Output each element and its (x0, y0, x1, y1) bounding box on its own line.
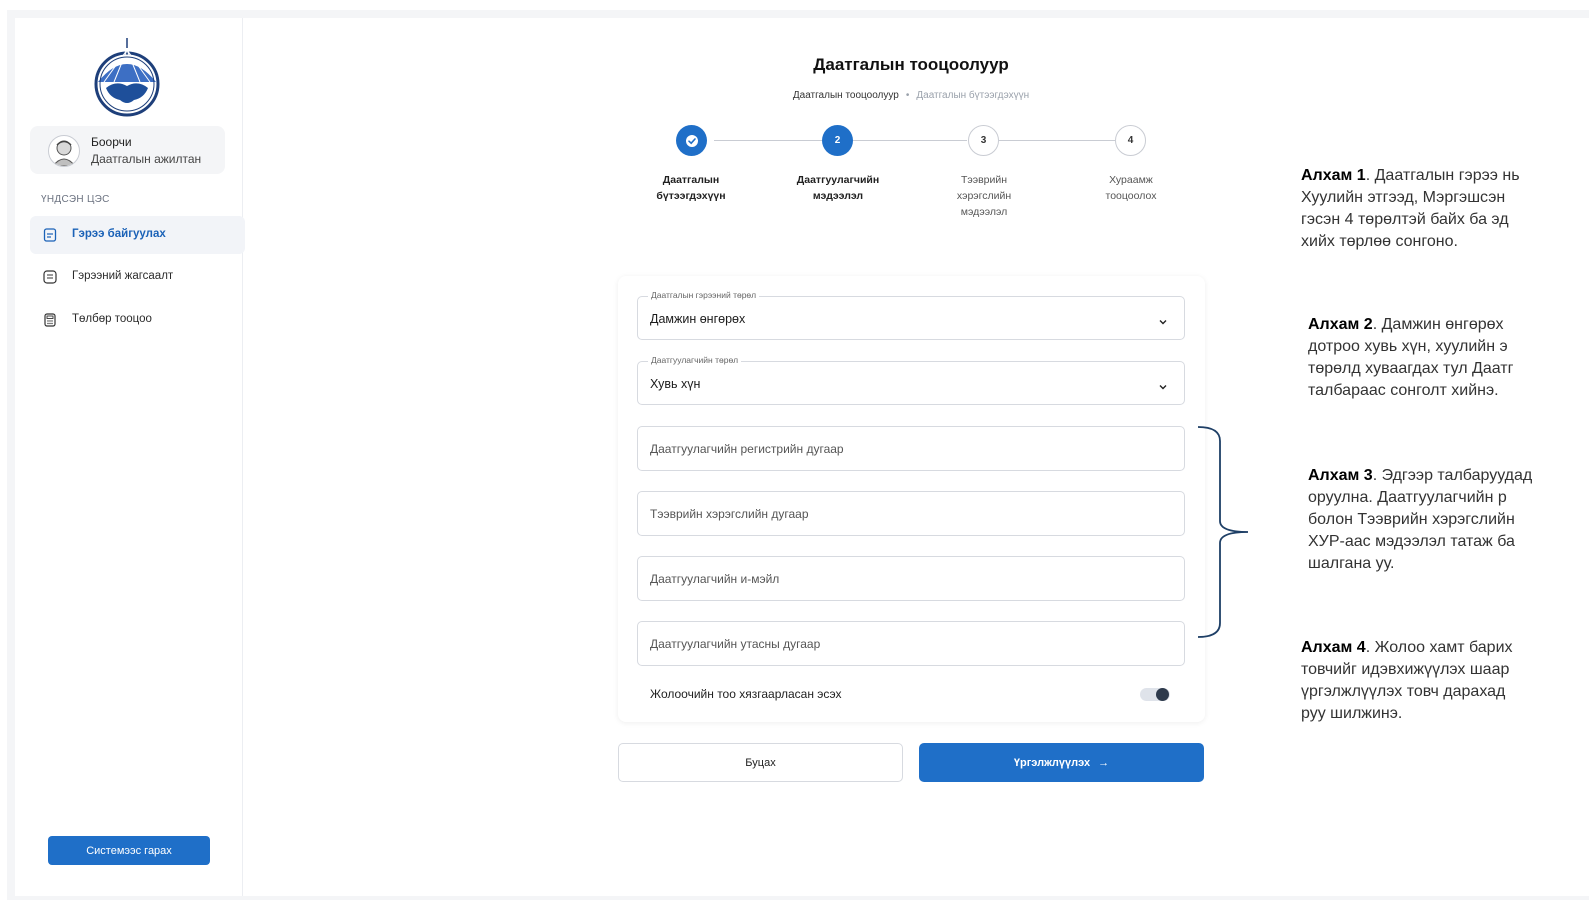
step-note-2: Алхам 2. Дамжин өнгөрөх дотроо хувь хүн,… (1308, 316, 1514, 399)
insured-type-legend: Даатгуулагчийн төрөл (648, 355, 742, 365)
step-2-indicator: 2 (822, 125, 853, 156)
contract-type-legend: Даатгалын гэрээний төрөл (648, 290, 760, 300)
user-profile-card[interactable]: Боорчи Даатгалын ажилтан (30, 126, 225, 174)
insured-type-value: Хувь хүн (650, 377, 701, 391)
step-1-check-icon (676, 125, 707, 156)
step-note-4: Алхам 4. Жолоо хамт барих товчийг идэвхи… (1301, 639, 1513, 722)
insured-type-select[interactable]: Даатгуулагчийн төрөл Хувь хүн (637, 355, 1185, 405)
stepper-connector (714, 140, 822, 141)
user-name: Боорчи (91, 135, 132, 149)
driver-limit-toggle[interactable] (1140, 688, 1170, 701)
step-3-label: Тээврийн хэрэгслийн мэдээлэл (956, 174, 1012, 218)
step-4-label: Хураамж тооцоолох (1105, 174, 1157, 202)
step-3-indicator: 3 (968, 125, 999, 156)
calculator-icon (43, 313, 57, 327)
step-note-3: Алхам 3. Эдгээр талбаруудад оруулна. Даа… (1308, 467, 1533, 572)
page-title: Даатгалын тооцоолуур (813, 55, 1009, 74)
avatar (48, 135, 80, 167)
emblem-logo (94, 36, 160, 122)
arrow-right-icon: → (1098, 756, 1110, 769)
vehicle-number-input[interactable] (637, 491, 1185, 536)
contract-type-select[interactable]: Даатгалын гэрээний төрөл Дамжин өнгөрөх (637, 290, 1185, 340)
continue-button[interactable]: Үргэлжлүүлэх → (919, 743, 1204, 782)
sidebar-item-payments[interactable]: Төлбөр тооцоо (30, 301, 245, 339)
sidebar-item-label: Төлбөр тооцоо (72, 313, 152, 325)
back-button[interactable]: Буцах (618, 743, 903, 782)
user-role: Даатгалын ажилтан (91, 152, 202, 166)
driver-limit-label: Жолоочийн тоо хязгаарласан эсэх (650, 687, 842, 701)
breadcrumb-current[interactable]: Даатгалын тооцоолуур (793, 90, 899, 101)
stepper-connector (853, 140, 967, 141)
logout-button[interactable]: Системээс гарах (48, 836, 210, 865)
chevron-down-icon (1158, 314, 1168, 325)
register-number-input[interactable] (637, 426, 1185, 471)
phone-input[interactable] (637, 621, 1185, 666)
step-2-label: Даатгуулагчийн мэдээлэл (796, 174, 880, 202)
contract-type-value: Дамжин өнгөрөх (650, 312, 746, 326)
sidebar-item-label: Гэрээ байгуулах (72, 228, 166, 240)
breadcrumb-next[interactable]: Даатгалын бүтээгдэхүүн (916, 90, 1029, 101)
step-note-1: Алхам 1. Даатгалын гэрээ нь Хуулийн этгэ… (1301, 167, 1520, 250)
stepper-connector (999, 140, 1115, 141)
sidebar-item-label: Гэрээний жагсаалт (72, 270, 174, 282)
continue-label: Үргэлжлүүлэх (1013, 756, 1091, 769)
email-input[interactable] (637, 556, 1185, 601)
sidebar-item-create-contract[interactable]: Гэрээ байгуулах (30, 216, 245, 254)
chevron-down-icon (1158, 379, 1168, 390)
toggle-knob (1156, 688, 1169, 701)
step-1-label: Даатгалын бүтээгдэхүүн (656, 174, 726, 202)
sidebar-item-contract-list[interactable]: Гэрээний жагсаалт (30, 258, 245, 296)
breadcrumb: Даатгалын тооцоолуур • Даатгалын бүтээгдэх… (660, 90, 1162, 101)
step-4-indicator: 4 (1115, 125, 1146, 156)
main-menu-label: ҮНДСЭН ЦЭС (41, 194, 110, 205)
bracket-annotation (1197, 426, 1249, 638)
breadcrumb-separator: • (905, 90, 910, 101)
document-icon (43, 228, 57, 242)
sidebar: Боорчи Даатгалын ажилтан ҮНДСЭН ЦЭС Гэрэ… (15, 18, 245, 896)
list-icon (43, 270, 57, 284)
